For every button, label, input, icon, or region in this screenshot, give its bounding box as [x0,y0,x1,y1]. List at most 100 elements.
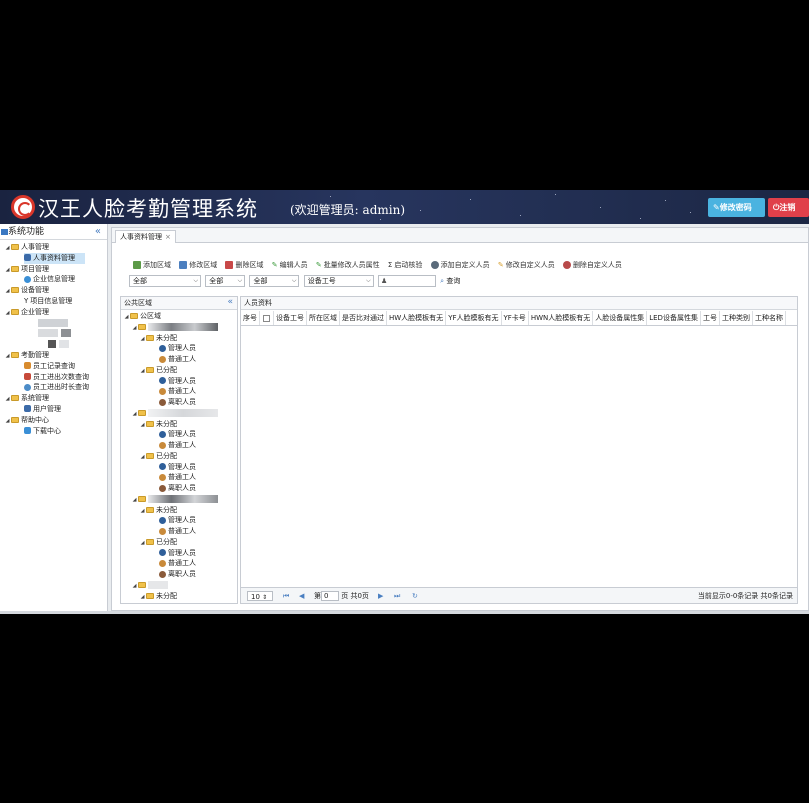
last-page-button[interactable]: ⏭ [394,591,400,601]
tree-item-download[interactable]: 下载中心 [0,426,107,437]
tree-item-company-info[interactable]: 企业信息管理 [0,274,107,285]
pencil-icon: ✎ [497,261,504,269]
personnel-panel: 人员资料 序号 设备工号 所在区域 是否比对通过 HW人脸模板有无 YF人脸模板有无 YF卡… [240,296,798,604]
region-leaf-manager[interactable]: 管理人员 [121,548,237,559]
folder-icon [11,265,19,272]
delete-user-icon [562,261,571,269]
delete-region-button[interactable]: 删除区域 [222,259,266,272]
delete-region-icon [225,261,234,269]
region-node-redacted[interactable]: ◢ [121,408,237,419]
worker-icon [159,559,166,567]
region-unassigned[interactable]: ◢ 未分配 [121,333,237,344]
monitor-icon [1,228,8,235]
main-content: 人事资料管理 × 添加区域 修改区域 删除区域 ✎ 编辑人员 ✎ 批量修改人员属性 Σ… [111,227,809,611]
bottom-border [0,611,809,614]
region-leaf-worker[interactable]: 普通工人 [121,472,237,483]
column-header: 工号 [701,311,720,325]
tree-item-duration-query[interactable]: 员工进出时长查询 [0,382,107,393]
tree-item-company[interactable]: ◢ 企业管理 [0,307,107,318]
search-input[interactable]: ♟ [377,275,436,287]
tree-item-record-query[interactable]: 员工记录查询 [0,361,107,372]
sidebar-header: 系统功能 « [0,224,107,240]
region-node-redacted[interactable]: ◢ [121,494,237,505]
tree-item-system[interactable]: ◢ 系统管理 [0,393,107,404]
page-number-input[interactable]: 0 [321,591,339,601]
edit-person-button[interactable]: ✎ 编辑人员 [269,259,311,272]
next-page-button[interactable]: ▶ [378,591,383,601]
region-leaf-worker[interactable]: 普通工人 [121,354,237,365]
personnel-table-header: 序号 设备工号 所在区域 是否比对通过 HW人脸模板有无 YF人脸模板有无 YF卡号 HWN人… [241,311,797,326]
tree-item-count-query[interactable]: 员工进出次数查询 [0,372,107,383]
manager-icon [159,377,166,384]
query-button[interactable]: ⌕ 查询 [440,275,460,287]
tree-item-device[interactable]: ◢ 设备管理 [0,285,107,296]
region-leaf-manager[interactable]: 管理人员 [121,515,237,526]
region-node-redacted[interactable]: ◢ [121,322,237,333]
logout-button[interactable]: ⏻注销 [768,198,809,217]
prev-page-button[interactable]: ◀ [299,591,304,601]
column-header: YF卡号 [502,311,529,325]
tab-hr-records[interactable]: 人事资料管理 × [115,230,176,243]
tree-item-user-manage[interactable]: 用户管理 [0,404,107,415]
region-root[interactable]: ◢ 公区域 [121,311,237,322]
tree-item-hr[interactable]: ◢ 人事管理 [0,242,107,253]
region-leaf-worker[interactable]: 普通工人 [121,526,237,537]
region-unassigned[interactable]: ◢ 未分配 [121,591,237,602]
folder-icon [138,581,146,588]
column-header: HW人脸模板有无 [387,311,447,325]
tree-item-project[interactable]: ◢ 项目管理 [0,264,107,275]
tree-item-help[interactable]: ◢ 帮助中心 [0,415,107,426]
region-unassigned[interactable]: ◢ 未分配 [121,505,237,516]
region-leaf-worker[interactable]: 普通工人 [121,440,237,451]
sigma-icon: Σ [387,261,393,269]
region-node-redacted[interactable]: ◢ [121,580,237,591]
filter-select-2[interactable]: 全部 ⌵ [205,275,246,287]
refresh-icon[interactable]: ↻ [412,591,418,601]
folder-icon [146,366,154,373]
search-field-select[interactable]: 设备工号 ⌵ [303,275,374,287]
region-assigned[interactable]: ◢ 已分配 [121,537,237,548]
region-unassigned[interactable]: ◢ 未分配 [121,419,237,430]
region-leaf-manager[interactable]: 管理人员 [121,462,237,473]
tab-close-icon[interactable]: × [165,233,171,241]
region-leaf-resigned[interactable]: 离职人员 [121,569,237,580]
region-leaf-manager[interactable]: 管理人员 [121,376,237,387]
enable-verify-button[interactable]: Σ 启动核验 [385,259,425,272]
folder-icon [11,244,19,250]
delete-custom-person-button[interactable]: 删除自定义人员 [560,259,625,272]
tree-item-attendance[interactable]: ◢ 考勤管理 [0,350,107,361]
filter-select-1[interactable]: 全部 ⌵ [129,275,201,287]
add-region-button[interactable]: 添加区域 [130,259,174,272]
add-custom-person-button[interactable]: 添加自定义人员 [428,259,493,272]
change-password-button[interactable]: ✎修改密码 [708,198,765,217]
region-assigned[interactable]: ◢ 已分配 [121,365,237,376]
region-collapse-button[interactable]: « [227,297,233,309]
filter-bar: 全部 ⌵ 全部 ⌵ 全部 ⌵ 设备工号 ⌵ ♟ ⌕ 查询 [129,275,460,287]
sidebar-collapse-button[interactable]: « [95,224,101,240]
tree-item-redacted [0,328,107,339]
folder-icon [138,495,146,502]
batch-edit-button[interactable]: ✎ 批量修改人员属性 [313,259,383,272]
toolbar: 添加区域 修改区域 删除区域 ✎ 编辑人员 ✎ 批量修改人员属性 Σ 启动核验 添加自… [130,259,625,272]
edit-region-button[interactable]: 修改区域 [176,259,220,272]
add-user-icon [430,261,439,269]
select-all-checkbox[interactable] [260,311,274,325]
column-header: HWN人脸模板有无 [529,311,594,325]
folder-icon [146,592,154,599]
page-size-select[interactable]: 10 ⇕ [247,591,273,601]
download-icon [24,427,31,435]
region-leaf-worker[interactable]: 普通工人 [121,386,237,397]
sidebar-title: 系统功能 [8,227,45,237]
edit-custom-person-button[interactable]: ✎ 修改自定义人员 [495,259,558,272]
region-leaf-worker[interactable]: 普通工人 [121,558,237,569]
redacted-block [148,408,218,417]
filter-select-3[interactable]: 全部 ⌵ [249,275,300,287]
region-leaf-manager[interactable]: 管理人员 [121,429,237,440]
region-leaf-resigned[interactable]: 离职人员 [121,483,237,494]
region-assigned[interactable]: ◢ 已分配 [121,451,237,462]
tree-item-hr-records[interactable]: 人事资料管理 [0,252,107,264]
region-leaf-resigned[interactable]: 离职人员 [121,397,237,408]
region-leaf-manager[interactable]: 管理人员 [121,343,237,354]
first-page-button[interactable]: ⏮ [283,591,289,601]
tree-item-project-info[interactable]: Y 项目信息管理 [0,296,107,307]
